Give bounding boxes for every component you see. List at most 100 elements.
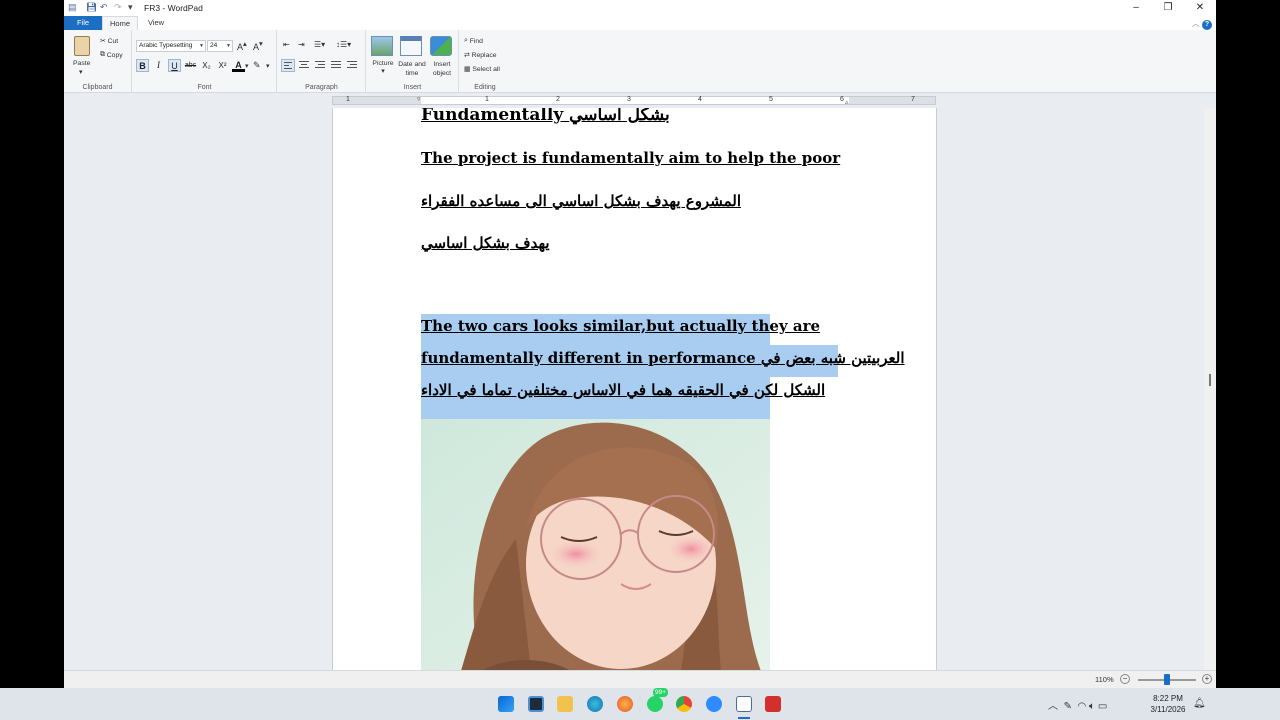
chrome-icon[interactable]	[676, 696, 692, 712]
paste-icon[interactable]	[74, 36, 90, 56]
doc-line-selected[interactable]: The two cars looks similar,but actually …	[421, 317, 820, 335]
system-tray: ︿ ✎ ◠ 🔈︎ ▭	[1048, 697, 1107, 712]
find-button[interactable]: ⌕ Find	[464, 37, 483, 45]
tab-home[interactable]: Home	[102, 16, 138, 30]
justify-button[interactable]	[329, 59, 343, 72]
window-title: FR3 - WordPad	[144, 3, 203, 13]
battery-icon[interactable]: ▭	[1098, 701, 1107, 712]
doc-line[interactable]: يهدف بشكل اساسي	[421, 234, 550, 252]
replace-button[interactable]: ⇄ Replace	[464, 51, 497, 59]
shrink-font-icon[interactable]: A▾	[253, 39, 263, 52]
grow-font-icon[interactable]: A▴	[237, 39, 247, 52]
zoom-level: 110%	[1095, 675, 1114, 684]
wifi-icon[interactable]: ◠	[1078, 701, 1087, 712]
picture-button[interactable]: Picture ▾	[370, 60, 396, 75]
zoom-slider-thumb[interactable]	[1164, 674, 1170, 685]
paragraph-settings-button[interactable]	[345, 59, 359, 72]
paste-dropdown-icon[interactable]: ▾	[79, 68, 82, 76]
decrease-indent-icon[interactable]: ⇤	[283, 40, 290, 49]
font-size-select[interactable]: 24 ▼	[207, 40, 233, 52]
whatsapp-icon[interactable]: 99+	[647, 688, 669, 712]
superscript-button[interactable]: X²	[216, 59, 229, 72]
bold-button[interactable]: B	[136, 59, 149, 72]
close-button[interactable]: ✕	[1184, 0, 1216, 16]
doc-line-selected[interactable]: الشكل لكن في الحقيقه هما في الاساس مختلف…	[421, 381, 825, 399]
document-page[interactable]: Fundamentally بشكل اساسي The project is …	[332, 108, 937, 670]
doc-line[interactable]: المشروع يهدف بشكل اساسي الى مساعده الفقر…	[421, 192, 741, 210]
chevron-down-icon: ▼	[199, 43, 204, 49]
underline-button[interactable]: U	[168, 59, 181, 72]
replace-label: Replace	[471, 51, 497, 59]
find-label: Find	[469, 37, 483, 45]
zoom-app-icon[interactable]	[706, 696, 722, 712]
task-view-icon[interactable]	[528, 696, 544, 712]
zoom-in-button[interactable]: +	[1202, 674, 1212, 684]
pdf-app-icon[interactable]	[765, 696, 781, 712]
subscript-button[interactable]: X₂	[200, 59, 213, 72]
align-right-button[interactable]	[313, 59, 327, 72]
file-explorer-icon[interactable]	[557, 696, 573, 712]
bullet-list-icon[interactable]: ☰▾	[314, 40, 325, 49]
tray-chevron-up-icon[interactable]: ︿	[1048, 701, 1058, 712]
chevron-down-icon: ▼	[226, 43, 231, 49]
insert-object-icon[interactable]	[430, 36, 452, 56]
font-family-select[interactable]: Arabic Typesetting ▼	[136, 40, 206, 52]
date-time-button[interactable]: Date and time	[396, 60, 428, 78]
undo-icon[interactable]: ↶	[100, 2, 108, 13]
embedded-photo[interactable]	[421, 419, 770, 670]
picture-icon[interactable]	[371, 36, 393, 56]
maximize-button[interactable]: ❐	[1152, 0, 1184, 16]
strikethrough-button[interactable]: abc	[184, 59, 197, 72]
tab-view[interactable]: View	[140, 16, 172, 30]
customize-toolbar-icon[interactable]: ▾	[128, 2, 133, 13]
select-all-label: Select all	[472, 65, 500, 73]
save-icon[interactable]: 💾︎	[86, 2, 97, 13]
edge-browser-icon[interactable]	[587, 696, 603, 712]
wordpad-taskbar-icon[interactable]	[736, 696, 752, 712]
paste-button[interactable]: Paste	[73, 60, 90, 67]
datetime-label-2: time	[405, 70, 419, 77]
first-line-indent-marker-icon[interactable]: ▿	[417, 95, 421, 103]
select-all-button[interactable]: ▦ Select all	[464, 65, 500, 73]
vertical-scrollbar[interactable]	[1204, 108, 1216, 670]
minimize-button[interactable]: –	[1120, 0, 1152, 16]
help-icon[interactable]: ?	[1202, 20, 1212, 30]
ribbon-help-area: ︿ ?	[1192, 18, 1212, 30]
doc-line[interactable]: Fundamentally بشكل اساسي	[421, 108, 670, 125]
highlight-dropdown-icon[interactable]: ▾	[266, 62, 269, 70]
align-left-button[interactable]	[281, 59, 295, 72]
taskbar-clock[interactable]: 8:22 PM 3/11/2026	[1140, 693, 1196, 715]
line-spacing-icon[interactable]: ↕☰▾	[336, 40, 351, 49]
increase-indent-icon[interactable]: ⇥	[298, 40, 305, 49]
zoom-slider[interactable]	[1138, 674, 1196, 685]
italic-button[interactable]: I	[152, 59, 165, 72]
zoom-out-button[interactable]: −	[1120, 674, 1130, 684]
clock-time: 8:22 PM	[1153, 694, 1183, 703]
ribbon: Paste ▾ ✂ Cut ⧉ Copy Clipboard Arabic Ty…	[64, 30, 1216, 93]
screen: ▤ 💾︎ ↶ ↷ ▾ FR3 - WordPad – ❐ ✕ File Home…	[0, 0, 1280, 720]
ruler[interactable]: 1 1 2 3 4 5 6 7 ▿ ▵	[332, 95, 936, 106]
insert-object-button[interactable]: Insert object	[427, 60, 457, 78]
tab-file[interactable]: File	[64, 16, 102, 30]
firefox-icon[interactable]	[617, 696, 633, 712]
scrollbar-thumb[interactable]	[1209, 374, 1211, 386]
pen-tray-icon[interactable]: ✎	[1064, 701, 1072, 712]
font-group: Arabic Typesetting ▼ 24 ▼ A▴ A▾ B I U abc …	[133, 30, 277, 93]
font-color-dropdown-icon[interactable]: ▾	[245, 62, 248, 70]
collapse-ribbon-icon[interactable]: ︿	[1192, 19, 1200, 28]
copy-label: Copy	[106, 51, 123, 59]
highlight-pen-icon[interactable]: ✎	[253, 60, 261, 71]
font-color-button[interactable]: A	[232, 59, 245, 72]
doc-line-selected[interactable]: fundamentally different in performance ا…	[421, 349, 905, 367]
right-indent-marker-icon[interactable]: ▵	[845, 98, 849, 106]
notification-bell-icon[interactable]: 🔔︎	[1193, 698, 1206, 709]
cut-button[interactable]: ✂ Cut	[100, 37, 118, 45]
copy-button[interactable]: ⧉ Copy	[100, 51, 123, 59]
volume-icon[interactable]: 🔈︎	[1089, 701, 1095, 712]
redo-icon[interactable]: ↷	[114, 2, 122, 13]
windows-start-icon[interactable]	[498, 696, 514, 712]
align-center-button[interactable]	[297, 59, 311, 72]
calendar-clock-icon[interactable]	[400, 36, 422, 56]
app-icon[interactable]: ▤	[68, 2, 77, 13]
doc-line[interactable]: The project is fundamentally aim to help…	[421, 149, 840, 167]
